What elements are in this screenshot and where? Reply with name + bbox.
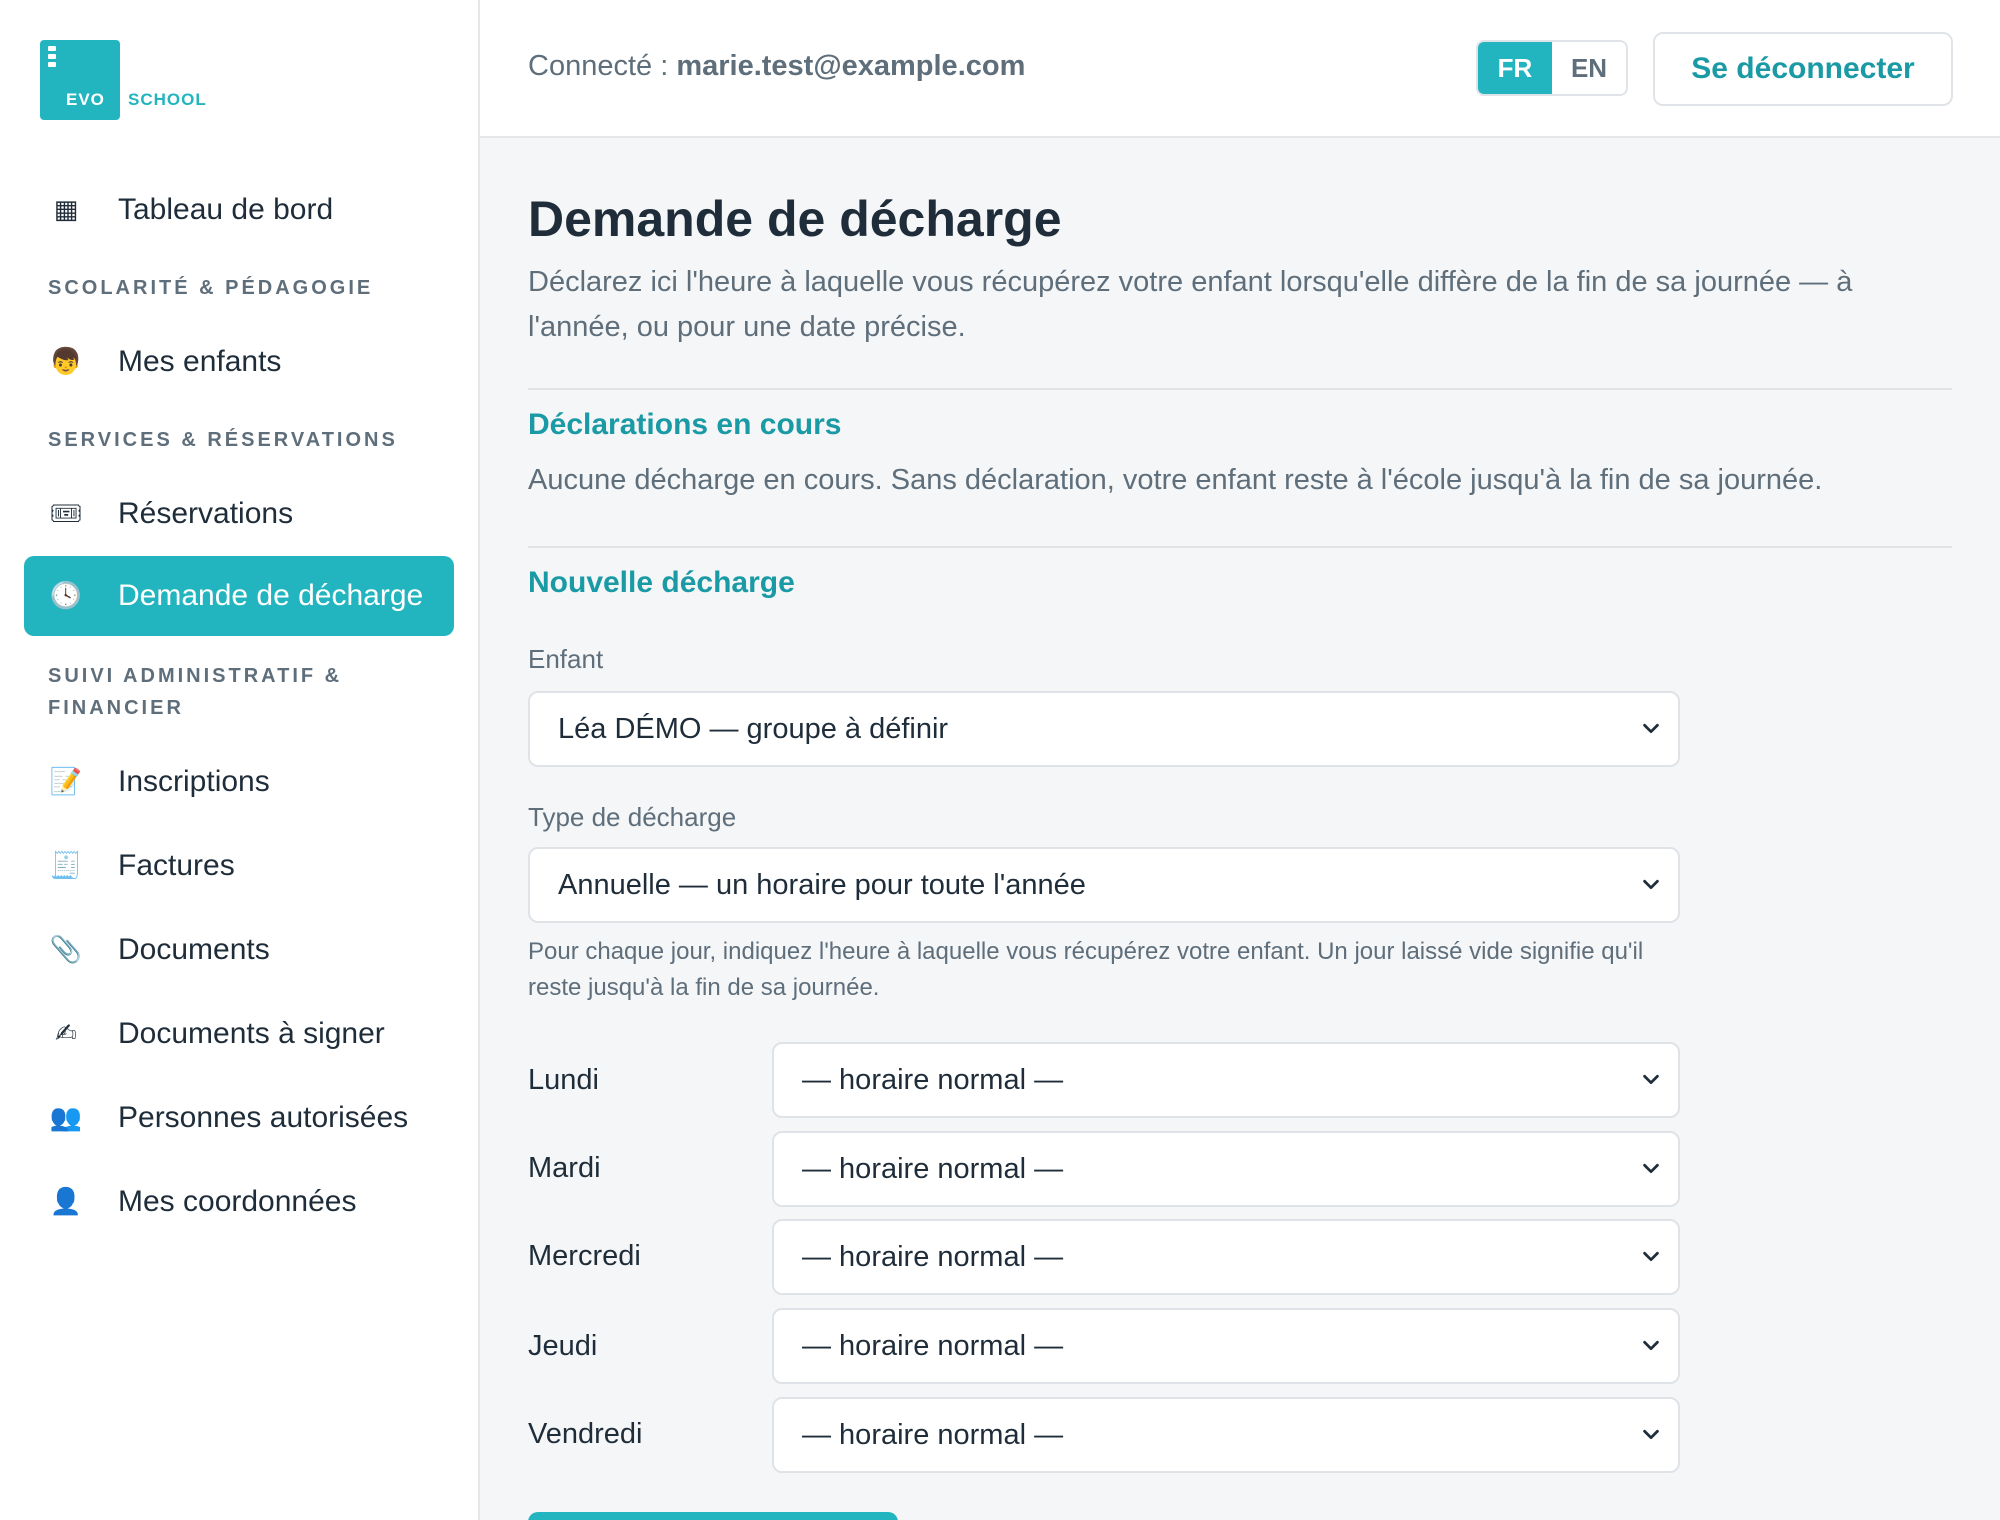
user-email: marie.test@example.com <box>676 50 1026 82</box>
child-select[interactable]: Léa DÉMO — groupe à définir <box>528 691 1680 767</box>
sidebar-item-documents-to-sign[interactable]: ✍ Documents à signer <box>24 994 454 1074</box>
sidebar-item-dashboard[interactable]: ▦ Tableau de bord <box>24 170 454 250</box>
receipt-icon: 🧾 <box>49 851 83 881</box>
days-hint: Pour chaque jour, indiquez l'heure à laq… <box>528 938 1644 1001</box>
day-select-wednesday[interactable]: — horaire normal — <box>772 1219 1680 1295</box>
person-icon: 👤 <box>49 1187 83 1217</box>
child-field-label: Enfant <box>528 644 604 674</box>
top-bar: Connecté : marie.test@example.com FR EN … <box>480 0 2000 138</box>
sidebar-item-label: Réservations <box>118 497 294 530</box>
sidebar-item-label: Mes enfants <box>118 345 282 378</box>
memo-icon: 📝 <box>49 767 83 797</box>
day-select-value: — horaire normal — <box>802 1063 1064 1096</box>
child-icon: 👦 <box>49 347 83 377</box>
sidebar-item-label: Documents à signer <box>118 1017 385 1050</box>
logo-text-school: SCHOOL <box>128 90 207 109</box>
logo-mark: EVO <box>40 40 120 120</box>
day-select-friday[interactable]: — horaire normal — <box>772 1397 1680 1473</box>
sidebar: EVO SCHOOL ▦ Tableau de bord SCOLARITÉ &… <box>0 0 480 1520</box>
day-select-value: — horaire normal — <box>802 1329 1064 1362</box>
day-select-value: — horaire normal — <box>802 1152 1064 1185</box>
sidebar-item-factures[interactable]: 🧾 Factures <box>24 826 454 906</box>
writing-hand-icon: ✍ <box>55 1019 77 1049</box>
day-select-value: — horaire normal — <box>802 1240 1064 1273</box>
sidebar-item-inscriptions[interactable]: 📝 Inscriptions <box>24 742 454 822</box>
type-field-label: Type de décharge <box>528 802 737 832</box>
sidebar-item-children[interactable]: 👦 Mes enfants <box>24 322 454 402</box>
divider <box>528 388 1952 390</box>
chevron-down-icon <box>1643 1251 1659 1262</box>
day-label-friday: Vendredi <box>528 1418 643 1450</box>
divider <box>528 546 1952 548</box>
decharge-type-value: Annuelle — un horaire pour toute l'année <box>558 868 1086 901</box>
day-label-wednesday: Mercredi <box>528 1240 641 1272</box>
chevron-down-icon <box>1643 1163 1659 1174</box>
people-icon: 👥 <box>49 1103 83 1133</box>
day-label-thursday: Jeudi <box>528 1330 598 1362</box>
current-declarations-empty: Aucune décharge en cours. Sans déclarati… <box>528 464 1823 496</box>
day-select-value: — horaire normal — <box>802 1418 1064 1451</box>
sidebar-item-contact-details[interactable]: 👤 Mes coordonnées <box>24 1162 454 1242</box>
submit-button[interactable] <box>528 1512 898 1520</box>
day-select-tuesday[interactable]: — horaire normal — <box>772 1131 1680 1207</box>
new-decharge-title: Nouvelle décharge <box>528 566 795 599</box>
sidebar-item-reservations[interactable]: 🎟 Réservations <box>24 474 454 554</box>
connected-user: Connecté : marie.test@example.com <box>528 50 1025 83</box>
sidebar-item-label: Inscriptions <box>118 765 270 798</box>
sidebar-item-label: Factures <box>118 849 235 882</box>
section-heading-admin: SUIVI ADMINISTRATIF & FINANCIER <box>48 665 343 719</box>
day-select-thursday[interactable]: — horaire normal — <box>772 1308 1680 1384</box>
chevron-down-icon <box>1643 723 1659 734</box>
paperclip-icon: 📎 <box>49 935 83 965</box>
logout-button[interactable]: Se déconnecter <box>1653 32 1953 106</box>
section-heading-services: SERVICES & RÉSERVATIONS <box>48 429 398 451</box>
logo-text-evo: EVO <box>66 90 105 109</box>
logo[interactable]: EVO SCHOOL <box>40 40 210 120</box>
section-heading-scolarite: SCOLARITÉ & PÉDAGOGIE <box>48 277 374 299</box>
page-title: Demande de décharge <box>528 191 1062 247</box>
chevron-down-icon <box>1643 1429 1659 1440</box>
dashboard-icon: ▦ <box>53 195 79 225</box>
lang-en-button[interactable]: EN <box>1552 42 1626 94</box>
connected-label: Connecté : <box>528 50 669 82</box>
current-declarations-title: Déclarations en cours <box>528 408 842 441</box>
language-switcher: FR EN <box>1476 40 1628 96</box>
day-select-monday[interactable]: — horaire normal — <box>772 1042 1680 1118</box>
sidebar-item-label: Demande de décharge <box>118 579 424 612</box>
sidebar-item-label: Tableau de bord <box>118 193 334 226</box>
sidebar-item-decharge[interactable]: 🕓 Demande de décharge <box>24 556 454 636</box>
sidebar-item-label: Mes coordonnées <box>118 1185 357 1218</box>
sidebar-item-label: Documents <box>118 933 270 966</box>
clock-icon: 🕓 <box>49 581 83 611</box>
day-label-tuesday: Mardi <box>528 1152 601 1184</box>
ticket-icon: 🎟 <box>49 499 83 529</box>
chevron-down-icon <box>1643 879 1659 890</box>
lang-fr-button[interactable]: FR <box>1478 42 1552 94</box>
decharge-type-select[interactable]: Annuelle — un horaire pour toute l'année <box>528 847 1680 923</box>
chevron-down-icon <box>1643 1340 1659 1351</box>
sidebar-item-authorized-persons[interactable]: 👥 Personnes autorisées <box>24 1078 454 1158</box>
page-description: Déclarez ici l'heure à laquelle vous réc… <box>528 266 1853 343</box>
chevron-down-icon <box>1643 1074 1659 1085</box>
child-select-value: Léa DÉMO — groupe à définir <box>558 712 949 745</box>
sidebar-item-label: Personnes autorisées <box>118 1101 409 1134</box>
day-label-monday: Lundi <box>528 1064 599 1096</box>
sidebar-item-documents[interactable]: 📎 Documents <box>24 910 454 990</box>
